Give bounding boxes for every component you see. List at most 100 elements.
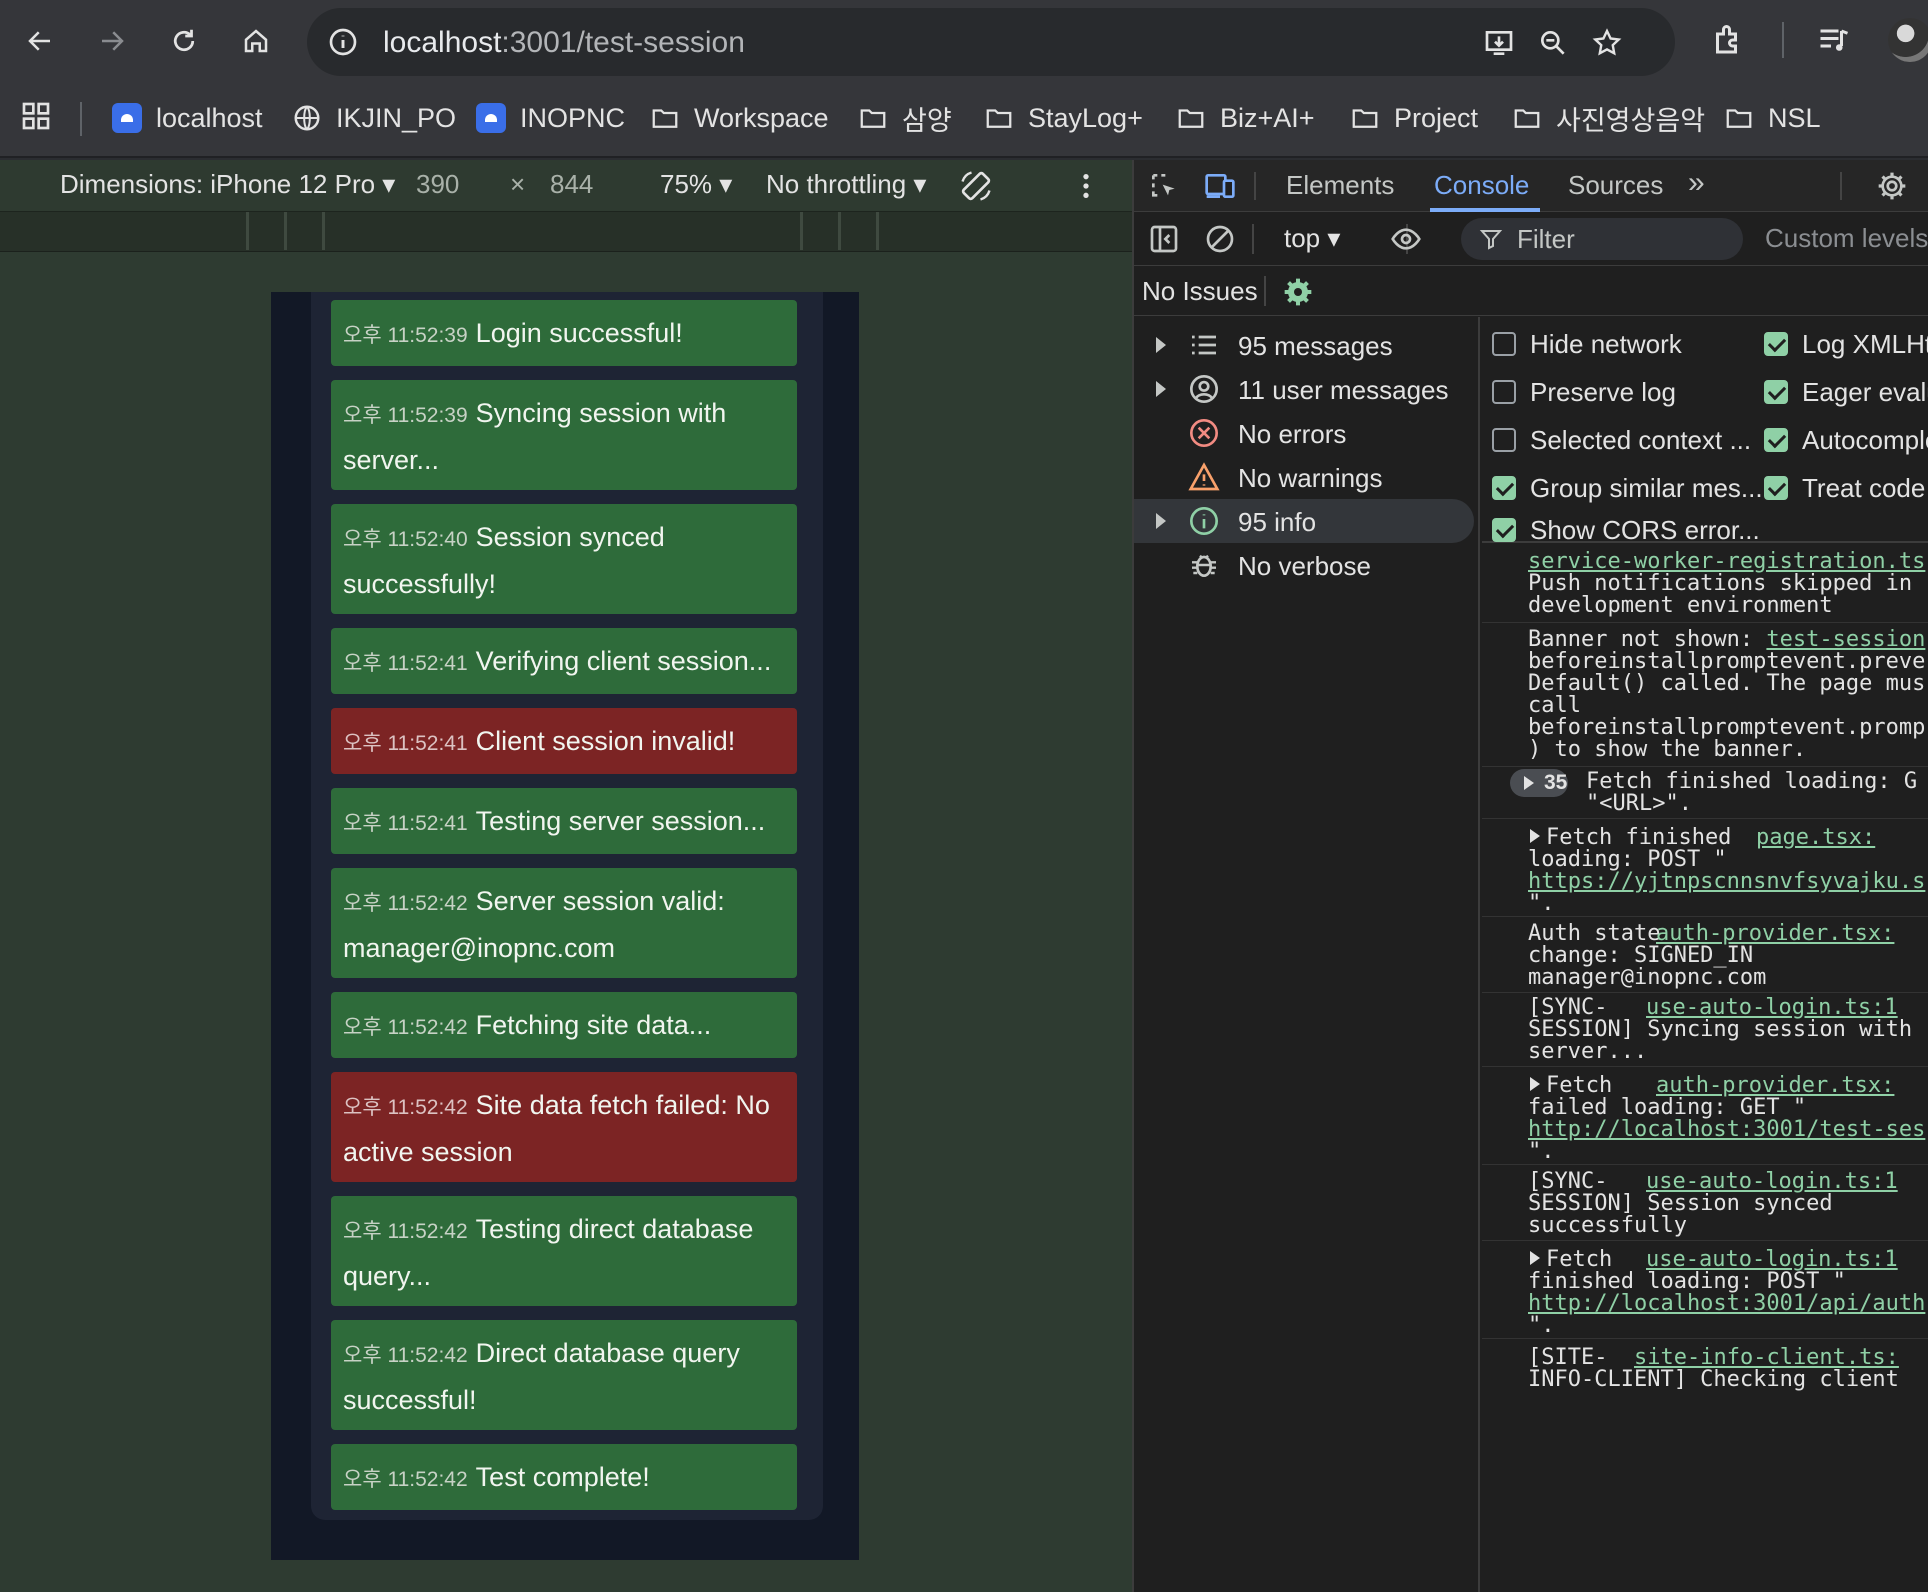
expand-arrow-icon[interactable] [1156,337,1166,353]
console-message[interactable]: Fetch use-auto-login.ts:1 finished loadi… [1482,1241,1928,1339]
more-tabs-chevron-icon[interactable]: » [1688,166,1705,200]
sidebar-toggle-icon[interactable] [1148,223,1180,255]
bookmark-folder-bizai[interactable]: Biz+AI+ [1176,98,1315,138]
device-height-input[interactable]: 844 [550,169,593,200]
device-toolbar-toggle-icon[interactable] [1204,170,1236,202]
browser-toolbar: localhost:3001/test-session [0,0,1928,82]
url-link[interactable]: http://localhost:3001/test-ses [1528,1119,1925,1141]
live-expression-eye-icon[interactable] [1390,223,1422,255]
throttling-select[interactable]: No throttling ▾ [766,169,926,200]
forward-button[interactable] [88,17,136,65]
bookmark-inopnc[interactable]: INOPNC [476,98,625,138]
repeat-count-badge[interactable]: 35 [1510,769,1568,797]
media-controls-icon[interactable] [1816,22,1852,58]
source-link[interactable]: auth-provider.tsx: [1656,923,1894,945]
more-options-icon[interactable] [1070,170,1102,202]
zoom-icon[interactable] [1537,27,1569,59]
log-entry-success: 오후 11:52:42 Server session valid: manager@… [331,868,797,978]
sidebar-item-verbose[interactable]: No verbose [1134,543,1474,587]
console-message[interactable]: Fetch finished page.tsx: loading: POST "… [1482,819,1928,917]
apps-grid-icon[interactable] [20,100,52,132]
log-entry-success: 오후 11:52:42 Testing direct database query.… [331,1196,797,1306]
zoom-select[interactable]: 75% ▾ [660,169,732,200]
log-line: 오후 11:52:41 Verifying client session... [343,639,785,686]
setting-autocomplete[interactable]: Autocomple [1764,423,1928,457]
checkbox[interactable] [1764,428,1788,452]
message-text: manager@inopnc.com [1528,965,1767,990]
setting-treat-code[interactable]: Treat code [1764,471,1925,505]
tab-sources[interactable]: Sources [1568,170,1663,201]
source-link[interactable]: use-auto-login.ts:1 [1646,1171,1898,1193]
console-message[interactable]: Fetch auth-provider.tsx: failed loading:… [1482,1067,1928,1165]
bookmark-folder-staylog[interactable]: StayLog+ [984,98,1143,138]
context-select[interactable]: top ▾ [1284,223,1340,254]
setting-hide-network[interactable]: Hide network [1492,327,1682,361]
tab-console[interactable]: Console [1434,170,1529,201]
log-message: Fetching site data... [475,1010,712,1040]
install-app-icon[interactable] [1483,27,1515,59]
setting-group-similar[interactable]: Group similar mes... [1492,471,1763,505]
console-message-group[interactable]: 35 Fetch finished loading: G "<URL>". [1482,767,1928,819]
tab-elements[interactable]: Elements [1286,170,1394,201]
issues-count[interactable]: No Issues [1142,276,1258,307]
devtools-panel: Elements Console Sources » top ▾ Filter … [1132,160,1928,1592]
bookmark-folder-media[interactable]: 사진영상음악 [1512,98,1705,138]
clear-console-icon[interactable] [1204,223,1236,255]
sidebar-item-errors[interactable]: No errors [1134,411,1474,455]
checkbox[interactable] [1492,380,1516,404]
source-link[interactable]: use-auto-login.ts:1 [1646,997,1898,1019]
url-link[interactable]: http://localhost:3001/api/auth [1528,1293,1925,1315]
profile-avatar[interactable] [1888,18,1928,62]
console-filter-input[interactable]: Filter [1461,218,1743,260]
sidebar-item-user-messages[interactable]: 11 user messages [1134,367,1474,411]
source-link[interactable]: site-info-client.ts: [1634,1347,1899,1369]
source-link[interactable]: use-auto-login.ts:1 [1646,1249,1898,1271]
setting-eager-evaluation[interactable]: Eager evalu [1764,375,1928,409]
inspect-element-icon[interactable] [1148,170,1180,202]
devtools-settings-gear-icon[interactable] [1876,170,1908,202]
log-levels-select[interactable]: Custom levels [1765,223,1928,254]
checkbox[interactable] [1492,332,1516,356]
bookmark-star-icon[interactable] [1591,27,1623,59]
checkbox[interactable] [1492,428,1516,452]
setting-selected-context[interactable]: Selected context ... [1492,423,1751,457]
setting-log-xmlhttp[interactable]: Log XMLHt [1764,327,1928,361]
source-link[interactable]: auth-provider.tsx: [1656,1075,1894,1097]
device-width-input[interactable]: 390 [416,169,459,200]
bookmark-ikjin-po[interactable]: IKJIN_PO [292,98,456,138]
sidebar-item-messages[interactable]: 95 messages [1134,323,1474,367]
expand-arrow-icon[interactable] [1156,381,1166,397]
checkbox[interactable] [1492,476,1516,500]
bookmark-folder-project[interactable]: Project [1350,98,1478,138]
bookmark-folder-nsl[interactable]: NSL [1724,98,1821,138]
folder-icon [986,109,1012,128]
bookmark-folder-samyang[interactable]: 삼양 [858,98,952,138]
back-button[interactable] [16,17,64,65]
expand-arrow-icon[interactable] [1530,1251,1540,1265]
rotate-device-icon[interactable] [958,168,994,204]
log-entry-success: 오후 11:52:41 Verifying client session... [331,628,797,694]
expand-arrow-icon[interactable] [1156,513,1166,529]
url-link[interactable]: https://yjtnpscnnsnvfsyvajku.s [1528,871,1925,893]
setting-preserve-log[interactable]: Preserve log [1492,375,1676,409]
sidebar-item-warnings[interactable]: No warnings [1134,455,1474,499]
home-button[interactable] [232,17,280,65]
source-link[interactable]: page.tsx: [1756,827,1875,849]
issues-settings-gear-icon[interactable] [1282,276,1314,308]
bookmark-folder-workspace[interactable]: Workspace [650,98,829,138]
checkbox[interactable] [1764,476,1788,500]
checkbox[interactable] [1764,332,1788,356]
extensions-icon[interactable] [1710,22,1746,58]
reload-button[interactable] [160,17,208,65]
expand-arrow-icon[interactable] [1530,829,1540,843]
checkbox[interactable] [1492,518,1516,542]
setting-show-cors-errors[interactable]: Show CORS error... [1492,513,1760,547]
checkbox[interactable] [1764,380,1788,404]
sidebar-item-info[interactable]: 95 info [1134,499,1474,543]
bookmark-localhost[interactable]: localhost [112,98,263,138]
address-bar[interactable]: localhost:3001/test-session [307,8,1675,76]
site-info-icon[interactable] [327,26,359,58]
expand-arrow-icon[interactable] [1530,1077,1540,1091]
device-dimensions-select[interactable]: Dimensions: iPhone 12 Pro ▾ [60,169,395,200]
console-sidebar: 95 messages 11 user messages No errors N… [1134,317,1480,1592]
